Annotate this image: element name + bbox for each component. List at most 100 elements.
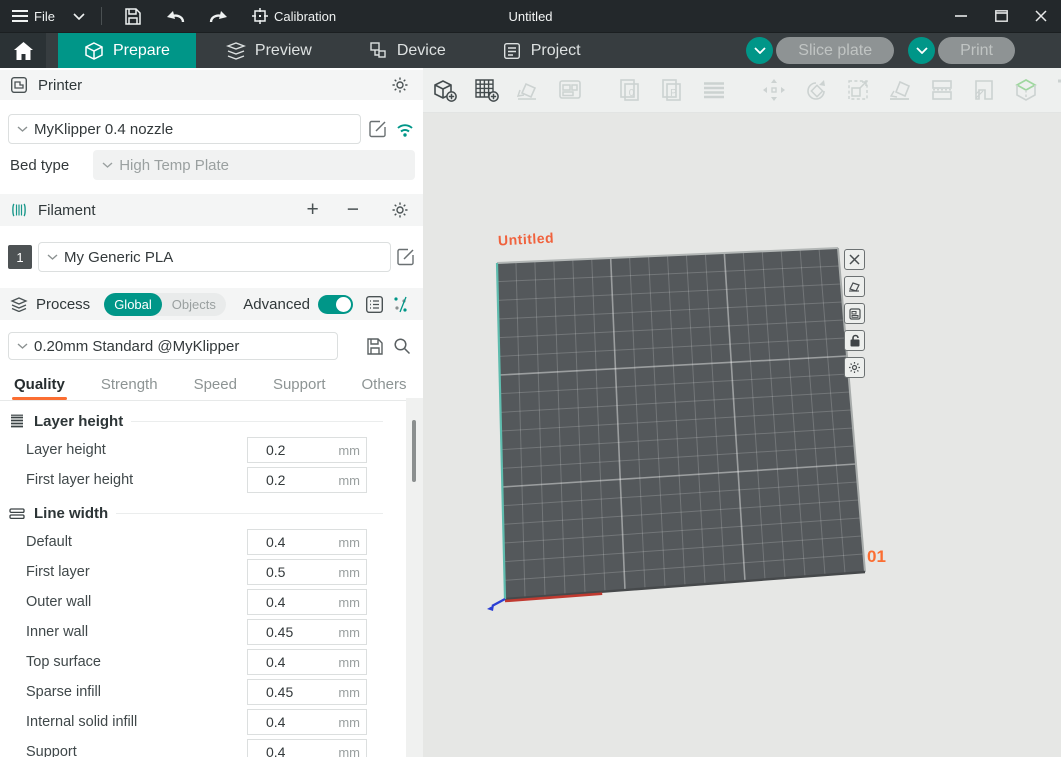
split-to-objects-button[interactable] bbox=[699, 75, 729, 105]
tab-prepare[interactable]: Prepare bbox=[58, 33, 196, 68]
line-width-first-layer-input[interactable]: 0.5 mm bbox=[247, 559, 367, 585]
support-paint-button[interactable] bbox=[969, 75, 999, 105]
setting-label: First layer bbox=[26, 564, 90, 580]
tab-speed[interactable]: Speed bbox=[194, 376, 237, 400]
setting-value: 0.4 bbox=[266, 744, 285, 757]
chevron-down-icon bbox=[17, 126, 28, 132]
printer-settings-gear-icon[interactable] bbox=[391, 76, 409, 94]
orient-plate-icon[interactable] bbox=[844, 276, 865, 297]
text-tool-button[interactable]: a bbox=[1053, 75, 1061, 105]
calibration-button[interactable]: Calibration bbox=[252, 8, 336, 24]
arrange-button[interactable] bbox=[555, 75, 585, 105]
delete-plate-icon[interactable] bbox=[844, 249, 865, 270]
color-paint-button[interactable] bbox=[1011, 75, 1041, 105]
setting-label: Layer height bbox=[26, 442, 106, 458]
bed-type-select[interactable]: High Temp Plate bbox=[93, 150, 415, 180]
tab-project[interactable]: Project bbox=[476, 33, 607, 68]
edit-filament-icon[interactable] bbox=[397, 248, 415, 266]
build-plate[interactable] bbox=[423, 113, 1061, 757]
lay-on-face-button[interactable] bbox=[885, 75, 915, 105]
bed-type-row: Bed type High Temp Plate bbox=[0, 150, 423, 180]
add-filament-button[interactable]: + bbox=[306, 198, 318, 222]
build-plate-scene[interactable]: Untitled 01 bbox=[423, 113, 1061, 757]
params-table-icon[interactable] bbox=[365, 295, 384, 314]
redo-icon[interactable] bbox=[202, 0, 236, 33]
first-layer-height-input[interactable]: 0.2 mm bbox=[247, 467, 367, 493]
lock-plate-icon[interactable] bbox=[844, 330, 865, 351]
remove-filament-button[interactable]: − bbox=[347, 198, 359, 222]
svg-text:P: P bbox=[670, 88, 677, 99]
tab-preview[interactable]: Preview bbox=[200, 33, 338, 68]
scope-global-button[interactable]: Global bbox=[104, 293, 162, 316]
home-button[interactable] bbox=[0, 33, 46, 68]
sidebar-scrollbar-track[interactable] bbox=[406, 398, 423, 757]
filament-slot-badge[interactable]: 1 bbox=[8, 245, 32, 269]
maximize-button[interactable] bbox=[981, 0, 1021, 33]
svg-text:0: 0 bbox=[629, 88, 635, 99]
filament-preset-value: My Generic PLA bbox=[64, 249, 173, 266]
line-width-outer-wall-input[interactable]: 0.4 mm bbox=[247, 589, 367, 615]
scale-tool-button[interactable] bbox=[843, 75, 873, 105]
compare-presets-icon[interactable] bbox=[392, 295, 409, 314]
search-settings-icon[interactable] bbox=[393, 337, 411, 355]
process-section-header: Process Global Objects Advanced bbox=[0, 288, 423, 320]
setting-unit: mm bbox=[338, 745, 360, 757]
process-preset-select[interactable]: 0.20mm Standard @MyKlipper bbox=[8, 332, 338, 360]
tab-label: Preview bbox=[255, 42, 312, 60]
filament-settings-gear-icon[interactable] bbox=[391, 201, 409, 219]
file-menu[interactable]: File bbox=[12, 9, 55, 24]
plate-settings-gear-icon[interactable] bbox=[844, 357, 865, 378]
printer-connection-wifi-icon[interactable] bbox=[395, 121, 415, 137]
filament-preset-select[interactable]: My Generic PLA bbox=[38, 242, 391, 272]
line-width-default-input[interactable]: 0.4 mm bbox=[247, 529, 367, 555]
printer-preset-select[interactable]: MyKlipper 0.4 nozzle bbox=[8, 114, 361, 144]
paste-button[interactable]: P bbox=[657, 75, 687, 105]
undo-icon[interactable] bbox=[158, 0, 192, 33]
line-width-top-surface-input[interactable]: 0.4 mm bbox=[247, 649, 367, 675]
line-width-inner-wall-input[interactable]: 0.45 mm bbox=[247, 619, 367, 645]
save-preset-icon[interactable] bbox=[366, 338, 383, 355]
minimize-button[interactable] bbox=[941, 0, 981, 33]
auto-orient-button[interactable] bbox=[513, 75, 543, 105]
tab-strength[interactable]: Strength bbox=[101, 376, 158, 400]
add-model-button[interactable] bbox=[429, 75, 459, 105]
plate-controls bbox=[844, 249, 865, 378]
save-icon[interactable] bbox=[118, 0, 148, 33]
tab-support[interactable]: Support bbox=[273, 376, 326, 400]
copy-button[interactable]: 0 bbox=[615, 75, 645, 105]
chevron-down-icon[interactable] bbox=[73, 13, 85, 20]
line-width-support-input[interactable]: 0.4 mm bbox=[247, 739, 367, 757]
arrange-plate-icon[interactable] bbox=[844, 303, 865, 324]
sidebar-scrollbar-thumb[interactable] bbox=[412, 420, 416, 482]
setting-value: 0.5 bbox=[266, 564, 285, 580]
slice-plate-button[interactable]: Slice plate bbox=[776, 37, 894, 64]
setting-row: Outer wall 0.4 mm bbox=[0, 587, 423, 617]
layer-height-input[interactable]: 0.2 mm bbox=[247, 437, 367, 463]
chevron-down-icon bbox=[47, 254, 58, 260]
setting-row: First layer height 0.2 mm bbox=[0, 465, 423, 495]
setting-label: First layer height bbox=[26, 472, 133, 488]
line-width-sparse-infill-input[interactable]: 0.45 mm bbox=[247, 679, 367, 705]
layer-height-icon bbox=[8, 414, 26, 429]
setting-value: 0.2 bbox=[266, 442, 285, 458]
plate-name-label[interactable]: Untitled bbox=[498, 230, 555, 249]
process-section-title: Process bbox=[36, 296, 90, 313]
rotate-tool-button[interactable] bbox=[801, 75, 831, 105]
cut-tool-button[interactable] bbox=[927, 75, 957, 105]
add-plate-button[interactable] bbox=[471, 75, 501, 105]
print-button[interactable]: Print bbox=[938, 37, 1015, 64]
edit-printer-icon[interactable] bbox=[369, 120, 387, 138]
project-list-icon bbox=[502, 41, 522, 61]
print-dropdown-button[interactable] bbox=[908, 37, 935, 64]
scope-objects-button[interactable]: Objects bbox=[162, 293, 226, 316]
tab-device[interactable]: Device bbox=[342, 33, 472, 68]
viewport-3d[interactable]: 0 P bbox=[423, 68, 1061, 757]
move-tool-button[interactable] bbox=[759, 75, 789, 105]
advanced-toggle[interactable] bbox=[318, 295, 353, 314]
line-width-internal-solid-infill-input[interactable]: 0.4 mm bbox=[247, 709, 367, 735]
setting-unit: mm bbox=[338, 473, 360, 488]
slice-dropdown-button[interactable] bbox=[746, 37, 773, 64]
tab-quality[interactable]: Quality bbox=[14, 376, 65, 400]
close-button[interactable] bbox=[1021, 0, 1061, 33]
tab-others[interactable]: Others bbox=[362, 376, 407, 400]
